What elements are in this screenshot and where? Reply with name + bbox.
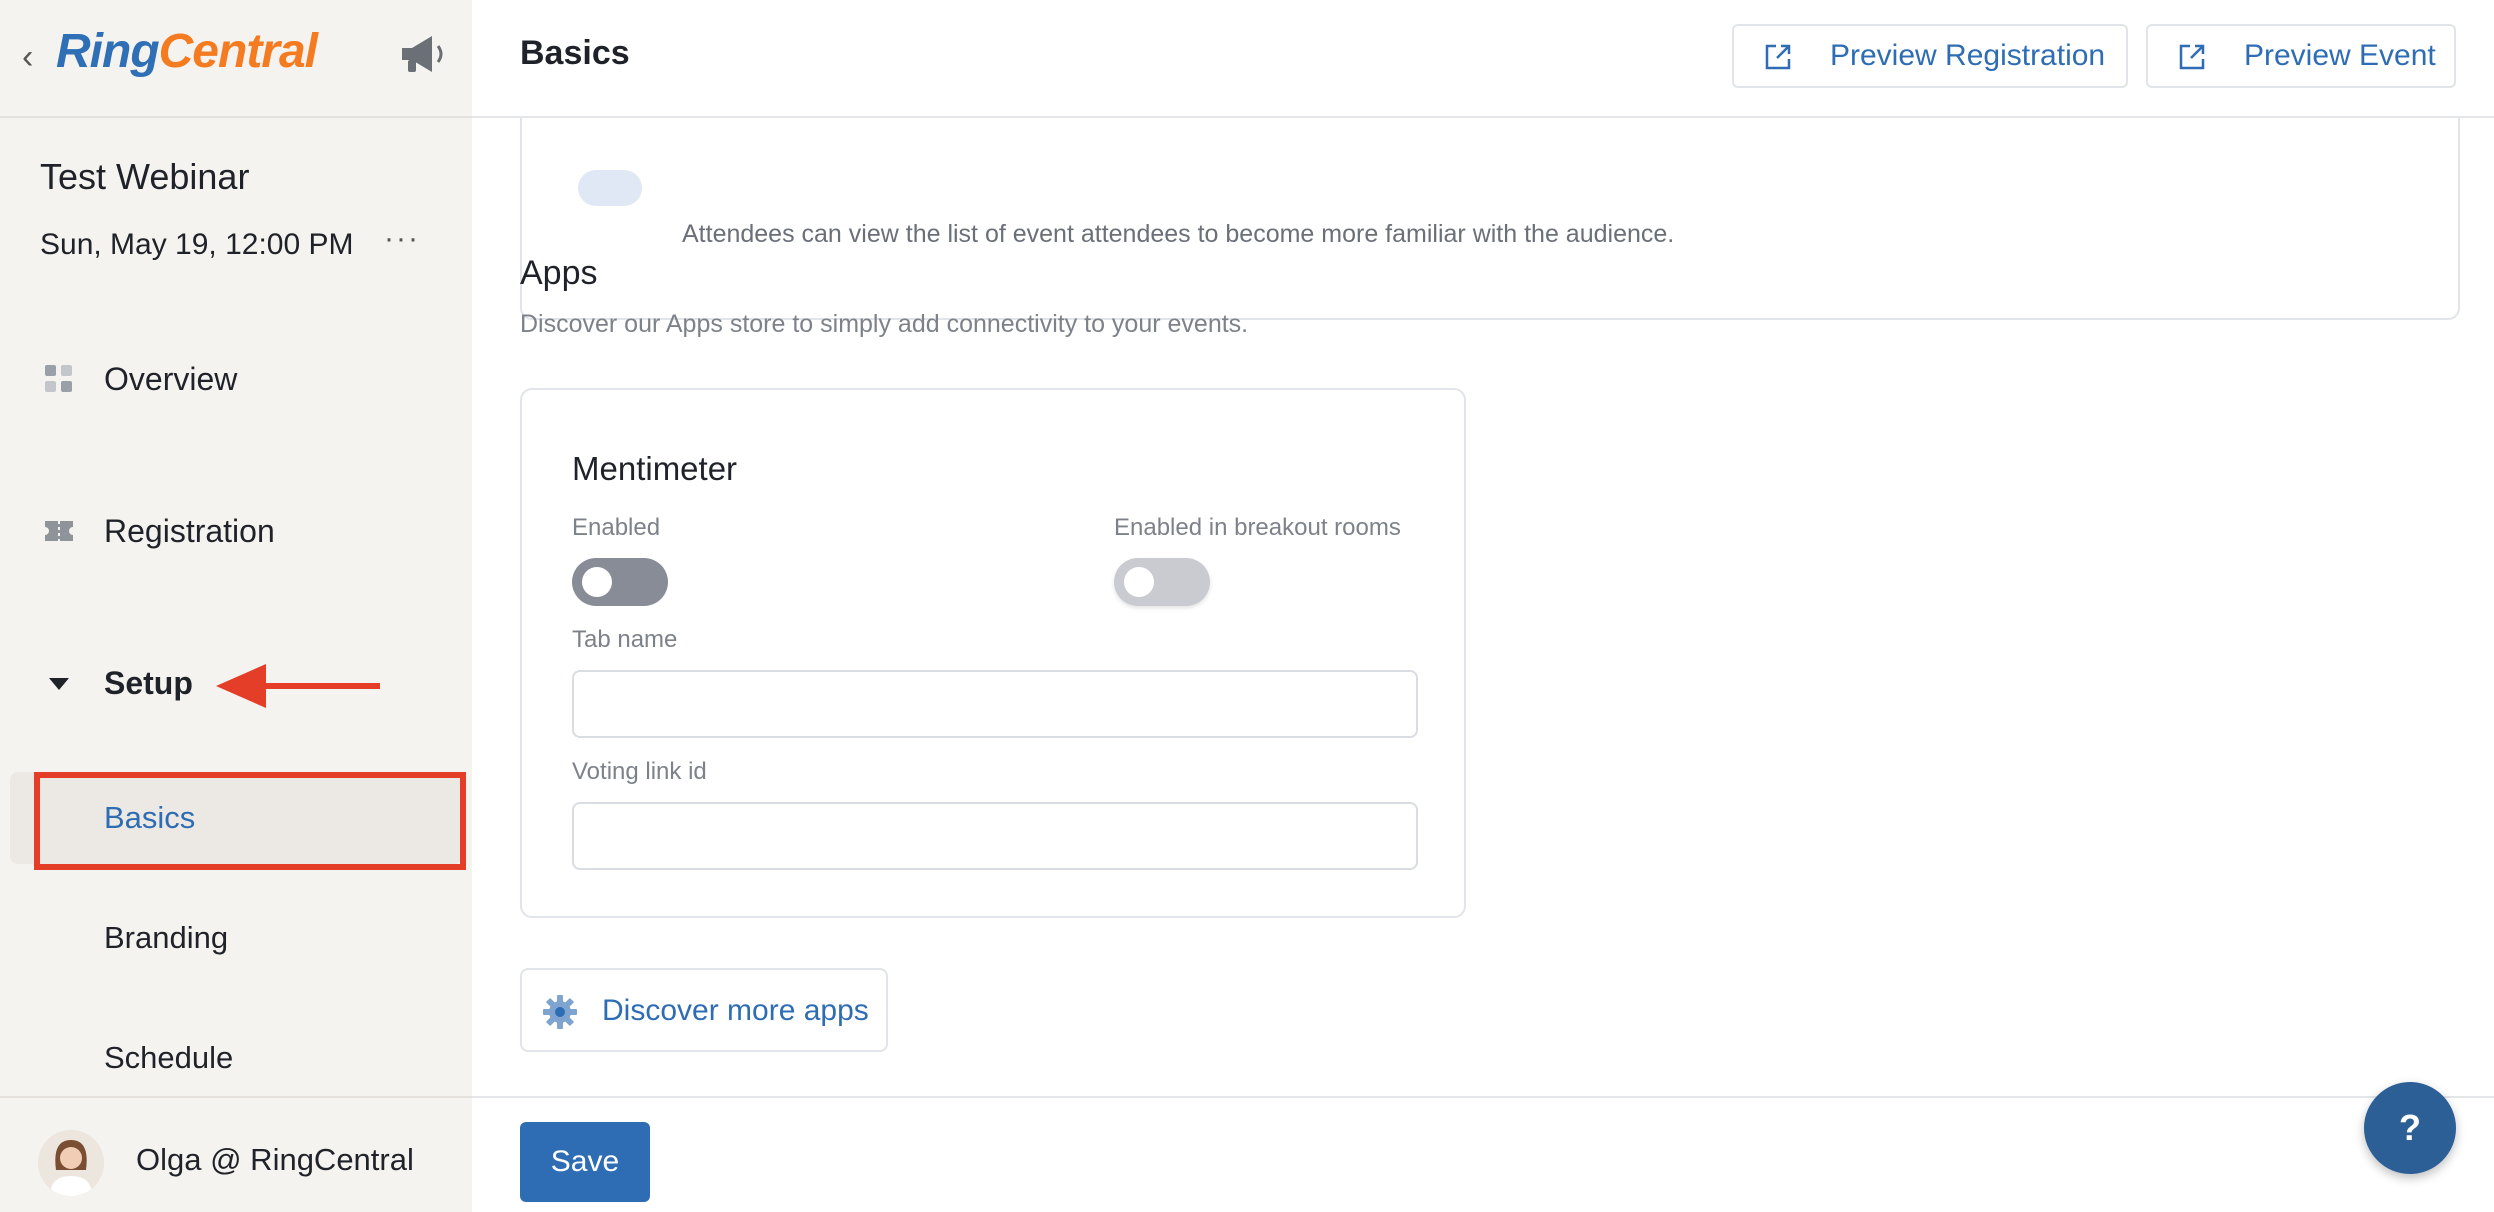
gear-icon — [543, 995, 577, 1029]
event-title: Test Webinar — [40, 156, 250, 197]
back-chevron-icon[interactable]: ‹ — [22, 38, 33, 77]
grid-icon — [45, 365, 72, 392]
more-options-icon[interactable]: ··· — [384, 222, 420, 256]
nav-label-setup: Setup — [104, 664, 193, 701]
external-link-icon — [1765, 44, 1791, 70]
preview-registration-label: Preview Registration — [1830, 39, 2106, 72]
nav-item-registration[interactable]: Registration — [0, 496, 472, 566]
setup-item-schedule[interactable]: Schedule — [10, 1012, 462, 1104]
help-button[interactable]: ? — [2364, 1082, 2456, 1174]
save-button[interactable]: Save — [520, 1122, 650, 1202]
nav-label-overview: Overview — [104, 360, 238, 397]
avatar — [38, 1130, 104, 1196]
apps-section-subtitle: Discover our Apps store to simply add co… — [520, 310, 1249, 338]
toggle-knob — [582, 567, 612, 597]
toggle-knob — [1124, 567, 1154, 597]
discover-more-apps-button[interactable]: Discover more apps — [520, 968, 888, 1052]
preview-event-button[interactable]: Preview Event — [2146, 24, 2456, 88]
event-date: Sun, May 19, 12:00 PM — [40, 228, 354, 261]
preview-event-label: Preview Event — [2244, 39, 2436, 72]
mentimeter-app-card: Mentimeter Enabled Enabled in breakout r… — [520, 388, 1466, 918]
main-content: Attendees can view the list of event att… — [472, 118, 2494, 1096]
apps-section-title: Apps — [520, 254, 598, 292]
setup-label-branding: Branding — [104, 920, 229, 955]
megaphone-icon[interactable] — [396, 32, 448, 76]
discover-more-apps-label: Discover more apps — [602, 994, 869, 1027]
tab-name-label: Tab name — [572, 626, 678, 653]
enabled-toggle[interactable] — [572, 558, 668, 606]
setup-label-schedule: Schedule — [104, 1040, 234, 1075]
sidebar-header: ‹ RingCentral — [0, 0, 472, 118]
page-title: Basics — [520, 34, 630, 72]
voting-link-input[interactable] — [572, 802, 1418, 870]
breakout-enabled-toggle[interactable] — [1114, 558, 1210, 606]
annotation-arrow-icon — [216, 664, 380, 708]
user-profile[interactable]: Olga @ RingCentral — [0, 1096, 472, 1212]
breakout-enabled-label: Enabled in breakout rooms — [1114, 514, 1401, 541]
sidebar: ‹ RingCentral Test Webinar Sun, May 19, … — [0, 0, 472, 1212]
setup-item-branding[interactable]: Branding — [10, 892, 462, 984]
external-link-icon — [2179, 44, 2205, 70]
page-header: Basics Preview Registration Preview Even… — [472, 0, 2494, 118]
page-footer: Save — [472, 1096, 2494, 1212]
voting-link-label: Voting link id — [572, 758, 707, 785]
ringcentral-logo[interactable]: RingCentral — [56, 24, 318, 79]
nav-label-registration: Registration — [104, 512, 275, 549]
ticket-icon — [45, 521, 73, 541]
user-name: Olga @ RingCentral — [136, 1142, 414, 1177]
user-avatar-icon — [38, 1130, 104, 1196]
tab-name-input[interactable] — [572, 670, 1418, 738]
nav-item-overview[interactable]: Overview — [0, 344, 472, 414]
attendee-list-card: Attendees can view the list of event att… — [520, 118, 2460, 320]
caret-down-icon — [49, 678, 69, 690]
preview-registration-button[interactable]: Preview Registration — [1732, 24, 2128, 88]
app-name: Mentimeter — [572, 450, 738, 487]
attendee-list-description: Attendees can view the list of event att… — [682, 220, 1675, 248]
enabled-label: Enabled — [572, 514, 661, 541]
annotation-highlight-box — [34, 772, 466, 870]
attendee-list-toggle[interactable] — [578, 170, 642, 206]
